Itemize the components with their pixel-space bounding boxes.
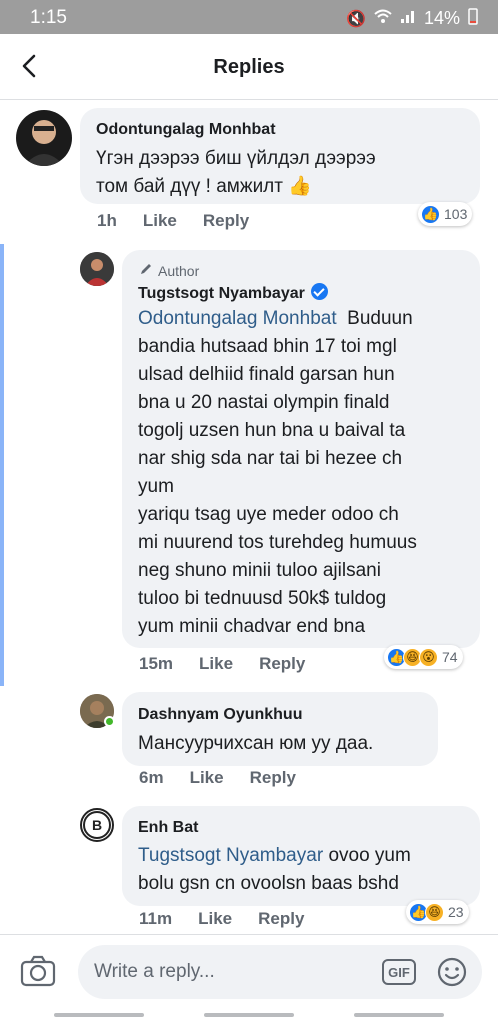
- gif-button[interactable]: GIF: [382, 959, 416, 985]
- pencil-icon: [139, 262, 153, 279]
- like-button[interactable]: Like: [190, 768, 224, 788]
- system-nav-bar: [0, 1006, 498, 1024]
- status-icons: 🔇 14%: [346, 7, 478, 30]
- mention-link[interactable]: Odontungalag Monhbat: [138, 308, 337, 329]
- comment-time: 15m: [139, 654, 174, 673]
- status-bar: 1:15 🔇 14%: [0, 0, 498, 34]
- svg-text:B: B: [92, 817, 102, 833]
- haha-reaction-icon: 😆: [425, 902, 444, 922]
- battery-icon: [468, 7, 478, 30]
- comment-text: Tugstsogt Nyambayar ovoo yum bolu gsn cn…: [138, 845, 411, 894]
- comment-text: Odontungalag Monhbat Buduun bandia hutsa…: [138, 308, 417, 637]
- reaction-summary[interactable]: 👍 😆 23: [406, 900, 469, 924]
- battery-percent: 14%: [423, 8, 460, 28]
- like-button[interactable]: Like: [198, 909, 232, 929]
- like-button[interactable]: Like: [199, 654, 233, 674]
- status-time: 1:15: [30, 7, 67, 28]
- like-button[interactable]: Like: [143, 211, 177, 231]
- reply-placeholder: Write a reply...: [94, 961, 215, 982]
- comment-time: 6m: [139, 768, 164, 787]
- mention-link[interactable]: Tugstsogt Nyambayar: [138, 845, 323, 866]
- reply-button[interactable]: Reply: [203, 211, 249, 231]
- emoji-icon[interactable]: [436, 956, 468, 988]
- reply-button[interactable]: Reply: [250, 768, 296, 788]
- wow-reaction-icon: 😮: [419, 647, 438, 667]
- page-title: Replies: [213, 56, 285, 78]
- author-badge: Author: [139, 262, 199, 279]
- commenter-name[interactable]: Tugstsogt Nyambayar: [138, 283, 328, 303]
- comment-time: 1h: [97, 211, 117, 230]
- nav-back-pill[interactable]: [54, 1013, 144, 1017]
- verified-badge-icon: [310, 283, 328, 300]
- mute-icon: 🔇: [346, 10, 366, 28]
- comment-actions: 15m Like Reply: [139, 654, 305, 674]
- online-status-dot: [104, 716, 115, 727]
- thread-indicator-line: [0, 244, 4, 686]
- commenter-name[interactable]: Odontungalag Monhbat: [96, 121, 276, 139]
- avatar[interactable]: [16, 110, 72, 166]
- comment-time: 11m: [139, 909, 173, 928]
- reply-button[interactable]: Reply: [259, 654, 305, 674]
- commenter-name[interactable]: Dashnyam Oyunkhuu: [138, 706, 302, 724]
- commenter-name[interactable]: Enh Bat: [138, 819, 198, 837]
- like-reaction-icon: 👍: [421, 204, 440, 224]
- reaction-summary[interactable]: 👍 103: [418, 202, 473, 226]
- comment-text: Үгэн дээрээ биш үйлдэл дээрээ том бай дү…: [96, 148, 376, 197]
- reply-input[interactable]: Write a reply... GIF: [78, 945, 482, 999]
- header: Replies: [0, 34, 498, 100]
- nav-home-pill[interactable]: [204, 1013, 294, 1017]
- nav-recent-pill[interactable]: [354, 1013, 444, 1017]
- comment-actions: 1h Like Reply: [97, 211, 249, 231]
- comment-actions: 6m Like Reply: [139, 768, 296, 788]
- camera-icon[interactable]: [20, 955, 56, 987]
- avatar[interactable]: [80, 252, 114, 286]
- signal-icon: [400, 9, 416, 28]
- avatar[interactable]: B: [80, 808, 114, 842]
- reaction-summary[interactable]: 👍 😆 😮 74: [384, 645, 463, 669]
- reply-button[interactable]: Reply: [258, 909, 304, 929]
- comment-text: Мансуурчихсан юм уу даа.: [138, 733, 374, 754]
- wifi-icon: [374, 8, 392, 29]
- comment-actions: 11m Like Reply: [139, 909, 304, 929]
